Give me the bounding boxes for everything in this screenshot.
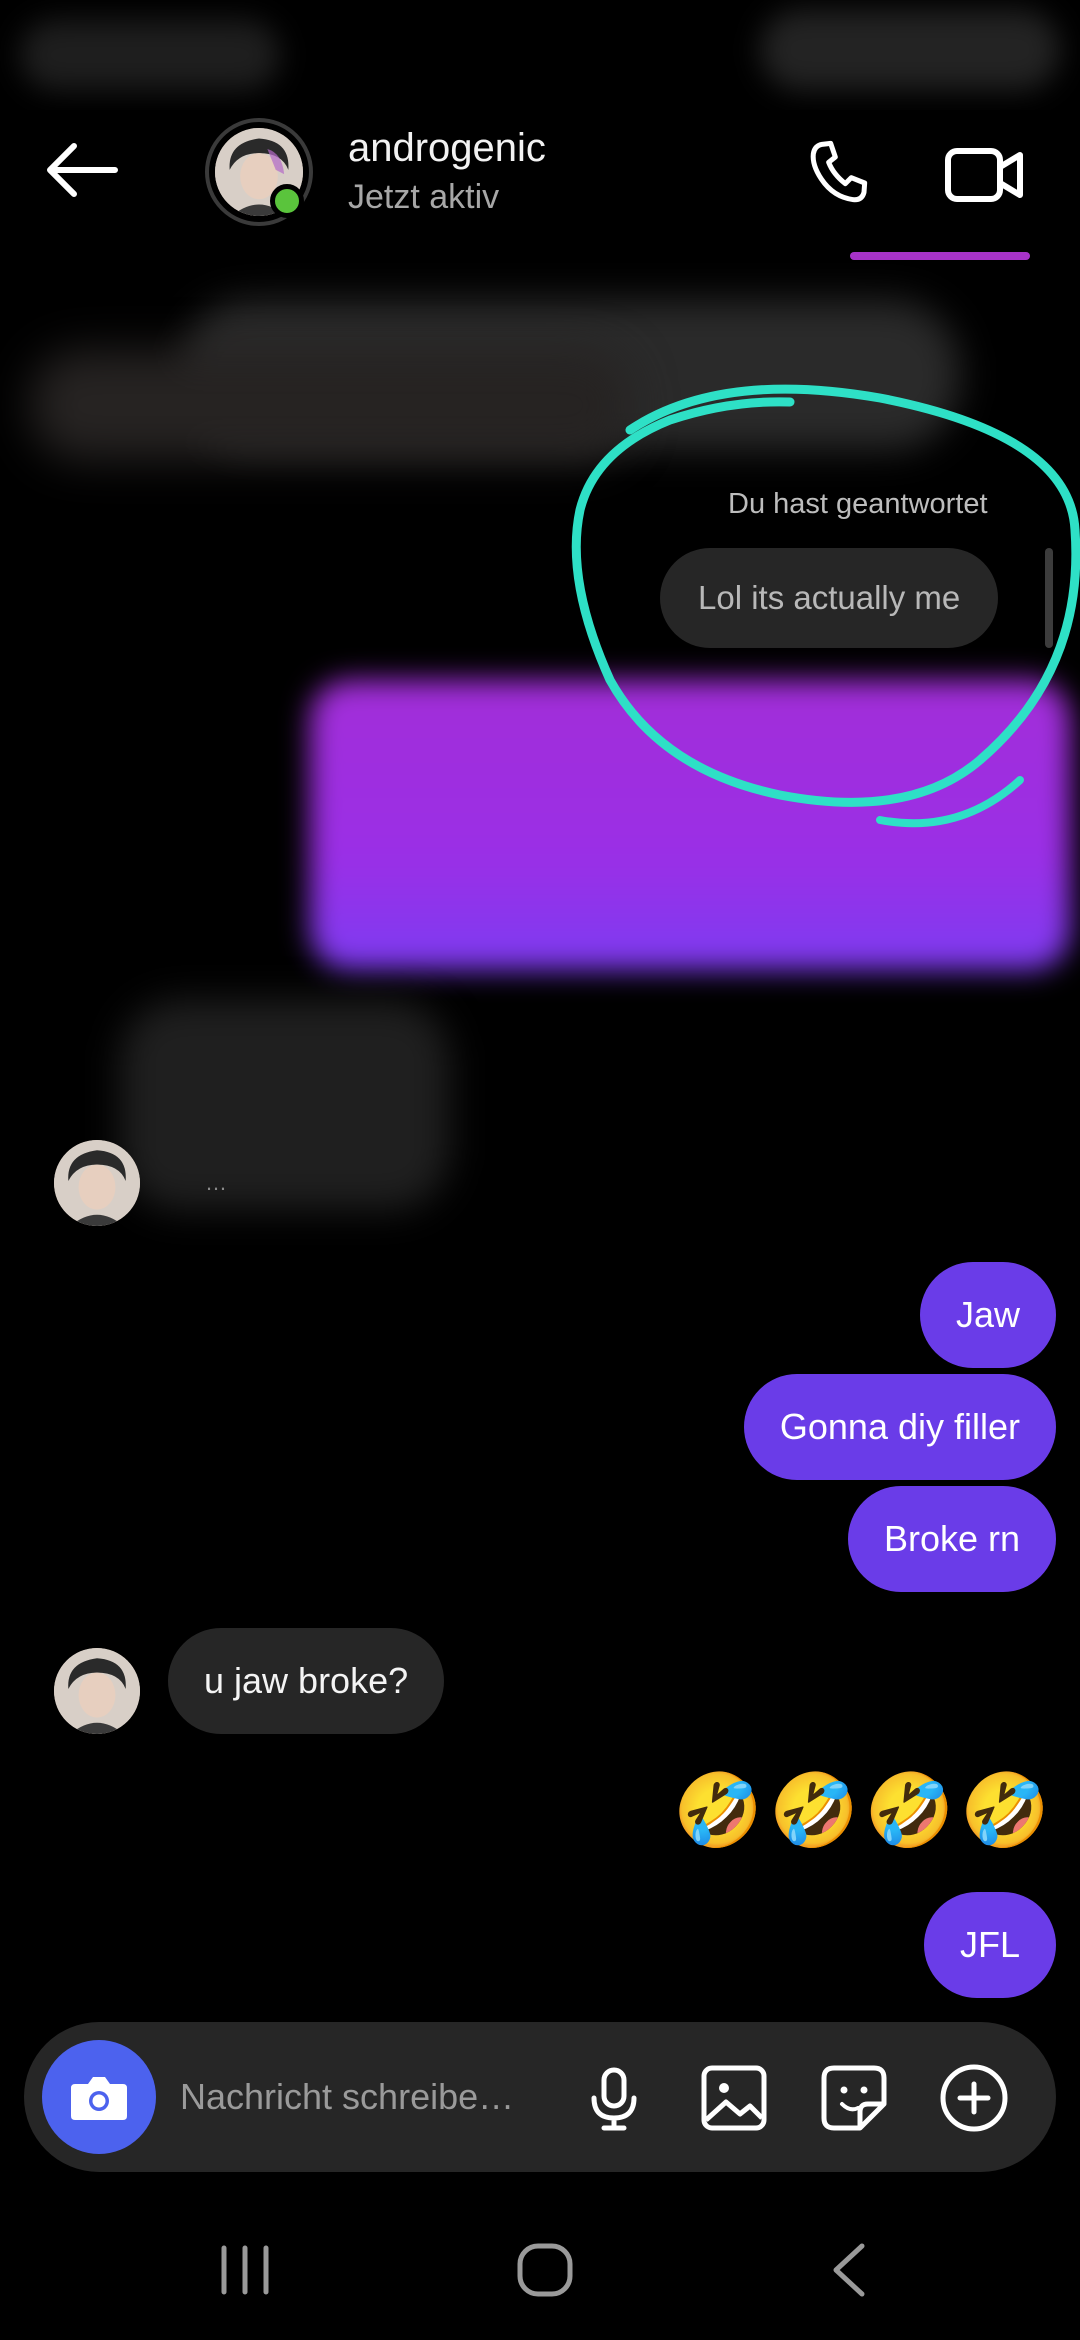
recent-apps-icon (221, 2245, 269, 2295)
system-back-button[interactable] (820, 2240, 880, 2300)
video-call-button[interactable] (940, 135, 1030, 215)
plus-circle-icon (940, 2064, 1008, 2132)
back-arrow-icon (47, 143, 118, 197)
video-camera-icon (945, 148, 1023, 202)
status-bar-redacted (0, 0, 1080, 110)
voice-message-button[interactable] (574, 2058, 654, 2138)
camera-button[interactable] (42, 2040, 156, 2154)
more-options-button[interactable] (934, 2058, 1014, 2138)
home-icon (517, 2243, 573, 2297)
emoji-message[interactable]: 🤣🤣🤣🤣 (673, 1768, 1056, 1853)
phone-icon (810, 140, 868, 203)
incoming-avatar[interactable] (54, 1648, 140, 1734)
gallery-icon (701, 2065, 767, 2131)
outgoing-message[interactable]: Broke rn (847, 1486, 1056, 1592)
sticker-button[interactable] (814, 2058, 894, 2138)
camera-icon (71, 2077, 127, 2120)
message-input[interactable] (180, 2066, 550, 2128)
gallery-button[interactable] (694, 2058, 774, 2138)
annotation-circle (571, 384, 1080, 828)
redacted-message-text: … (205, 1170, 230, 1195)
previous-message-edge (850, 252, 1030, 260)
back-button[interactable] (40, 135, 130, 205)
outgoing-message[interactable]: Jaw (919, 1262, 1056, 1368)
online-indicator (270, 184, 304, 218)
back-chevron-icon (833, 2243, 865, 2297)
recent-apps-button[interactable] (210, 2240, 280, 2300)
outgoing-message[interactable]: JFL (923, 1892, 1056, 1998)
audio-call-button[interactable] (800, 135, 880, 215)
incoming-message[interactable]: u jaw broke? (168, 1628, 445, 1734)
incoming-avatar[interactable] (54, 1140, 140, 1226)
outgoing-message[interactable]: Gonna diy filler (743, 1374, 1056, 1480)
contact-name[interactable]: androgenic (348, 126, 546, 171)
sticker-icon (821, 2065, 887, 2131)
home-button[interactable] (510, 2236, 582, 2304)
redacted-incoming-message (110, 990, 470, 1220)
microphone-icon (591, 2067, 637, 2131)
contact-status: Jetzt aktiv (348, 178, 500, 216)
